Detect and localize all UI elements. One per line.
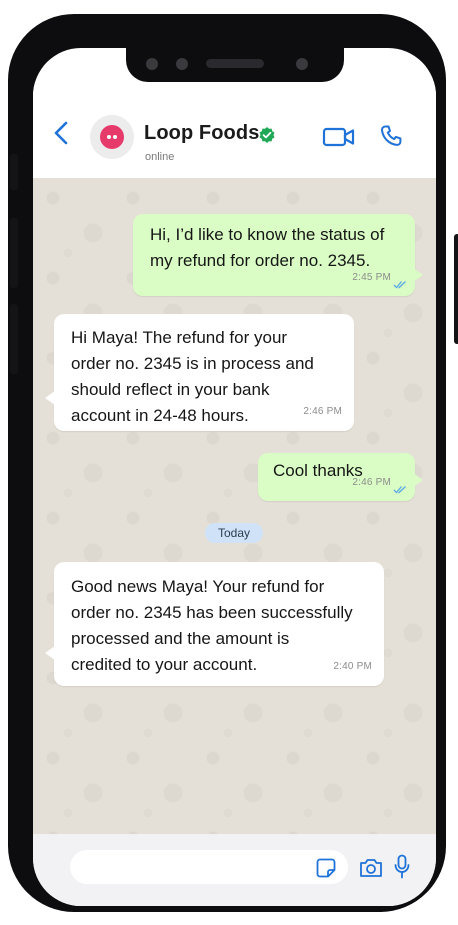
camera-icon[interactable]	[359, 857, 383, 878]
message-text: Hi, I’d like to know the status of my re…	[150, 225, 385, 270]
message-text: Hi Maya! The refund for your order no. 2…	[71, 328, 314, 425]
front-camera	[296, 58, 308, 70]
phone-frame: Loop Foods online Hi, I’d like to know t…	[8, 14, 458, 912]
volume-down-button	[10, 304, 18, 374]
phone-screen: Loop Foods online Hi, I’d like to know t…	[33, 48, 436, 906]
message-text: Cool thanks	[273, 461, 363, 480]
sensor-dot	[176, 58, 188, 70]
contact-status: online	[145, 151, 175, 163]
logo-dot	[113, 135, 117, 139]
microphone-icon[interactable]	[394, 854, 410, 880]
sticker-icon[interactable]	[316, 858, 336, 878]
message-time: 2:46 PM	[352, 477, 391, 488]
contact-name[interactable]: Loop Foods	[144, 122, 259, 145]
message-composer	[33, 834, 436, 906]
silent-switch	[10, 154, 18, 190]
video-call-icon[interactable]	[322, 126, 356, 148]
date-separator: Today	[205, 523, 263, 543]
message-text: Good news Maya! Your refund for order no…	[71, 577, 353, 674]
sensor-dot	[146, 58, 158, 70]
chat-area[interactable]: Hi, I’d like to know the status of my re…	[33, 178, 436, 834]
chat-header: Loop Foods online	[33, 82, 436, 178]
outgoing-message[interactable]: Hi, I’d like to know the status of my re…	[133, 214, 423, 296]
incoming-message[interactable]: Hi Maya! The refund for your order no. 2…	[45, 314, 354, 431]
avatar[interactable]	[90, 115, 134, 159]
read-ticks-icon	[393, 486, 406, 494]
power-button	[454, 234, 458, 344]
incoming-message[interactable]: Good news Maya! Your refund for order no…	[45, 562, 384, 686]
verified-badge-icon	[259, 127, 275, 143]
phone-call-icon[interactable]	[379, 124, 403, 148]
message-time: 2:45 PM	[352, 272, 391, 283]
message-input[interactable]	[70, 850, 348, 884]
message-time: 2:46 PM	[303, 406, 342, 417]
phone-notch	[126, 48, 344, 82]
earpiece-speaker	[206, 59, 264, 68]
read-ticks-icon	[393, 281, 406, 289]
outgoing-message[interactable]: Cool thanks 2:46 PM	[258, 453, 423, 501]
chevron-left-icon[interactable]	[49, 120, 75, 146]
volume-up-button	[10, 218, 18, 288]
message-time: 2:40 PM	[333, 661, 372, 672]
logo-dot	[107, 135, 111, 139]
brand-logo-icon	[100, 125, 124, 149]
